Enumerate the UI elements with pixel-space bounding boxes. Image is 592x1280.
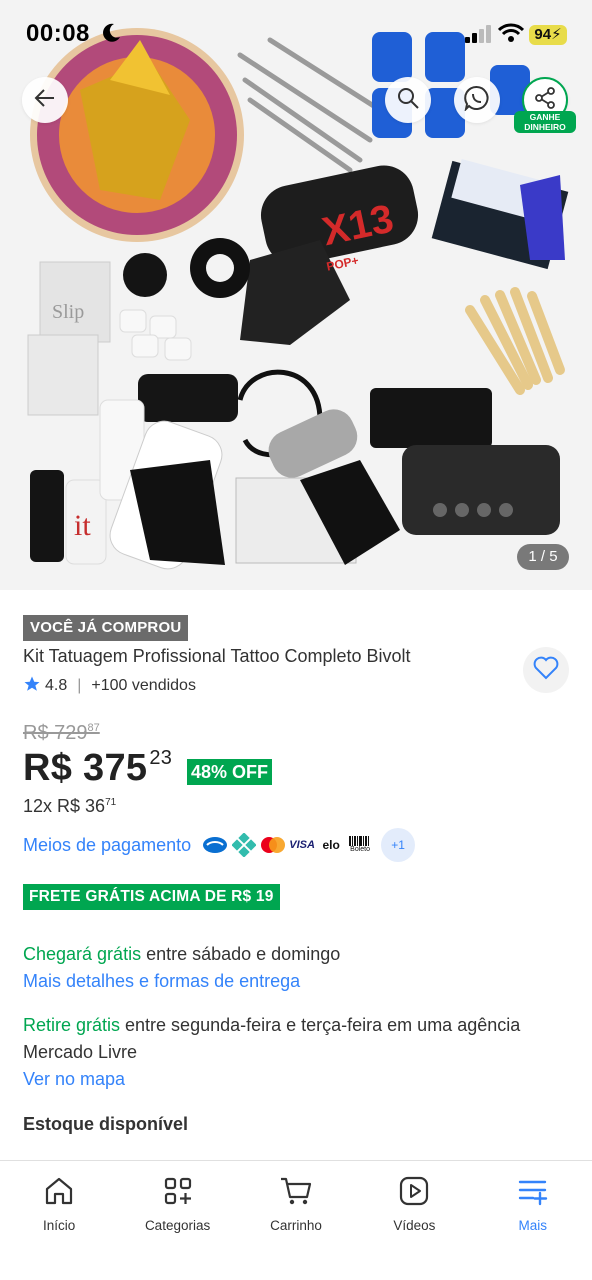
boleto-label: Boleto (350, 846, 371, 853)
more-payment-methods[interactable]: +1 (381, 828, 416, 862)
search-icon (396, 86, 420, 115)
back-button[interactable] (22, 77, 68, 123)
pickup-estimate: Retire grátis entre segunda-feira e terç… (23, 1012, 575, 1066)
videos-icon (398, 1175, 430, 1212)
nav-item-videos[interactable]: Vídeos (355, 1161, 473, 1280)
slip-label: Slip (52, 301, 84, 323)
signal-icon (465, 25, 493, 48)
free-shipping-badge: FRETE GRÁTIS ACIMA DE R$ 19 (23, 884, 280, 910)
nav-label: Carrinho (270, 1218, 322, 1233)
sold-count: +100 vendidos (91, 677, 196, 694)
discount-badge: 48% OFF (187, 759, 273, 785)
mercado-pago-icon (201, 831, 229, 859)
heart-icon (533, 656, 559, 685)
earn-money-badge[interactable]: GANHE DINHEIRO (514, 111, 576, 133)
delivery-dates: entre sábado e domingo (141, 944, 341, 964)
payment-methods-row[interactable]: Meios de pagamento VISA elo Boleto +1 (23, 828, 416, 862)
product-image: X13 POP+ Slip it (27, 28, 569, 570)
home-icon (43, 1175, 75, 1212)
old-price-cents: 87 (87, 722, 100, 734)
divider: | (77, 677, 82, 694)
price-main: R$ 375 (23, 747, 148, 789)
nav-label: Vídeos (393, 1218, 436, 1233)
ink-label: it (74, 509, 91, 542)
installments-cents: 71 (105, 797, 117, 808)
nav-item-home[interactable]: Início (0, 1161, 118, 1280)
nav-label: Mais (518, 1218, 548, 1233)
pix-icon (230, 831, 258, 859)
already-bought-badge: VOCÊ JÁ COMPROU (23, 615, 189, 641)
old-price: R$ 72987 (23, 722, 100, 745)
stock-label: Estoque disponível (23, 1114, 189, 1134)
payment-methods-link[interactable]: Meios de pagamento (23, 835, 191, 856)
favorite-button[interactable] (523, 647, 569, 693)
cart-icon (279, 1175, 313, 1212)
boleto-icon: Boleto (346, 831, 374, 859)
star-icon (23, 675, 41, 698)
price-cents: 23 (149, 747, 173, 769)
whatsapp-button[interactable] (454, 77, 500, 123)
status-bar: 00:08 94⚡ (0, 0, 592, 70)
rating-row[interactable]: 4.8 | +100 vendidos (23, 676, 196, 696)
battery-level: 94 (534, 26, 552, 43)
nav-item-categories[interactable]: Categorias (118, 1161, 236, 1280)
old-price-main: R$ 729 (23, 722, 88, 744)
nav-item-more[interactable]: Mais (474, 1161, 592, 1280)
wifi-icon (497, 23, 525, 48)
categories-icon (162, 1175, 194, 1212)
pickup-free-label: Retire grátis (23, 1015, 121, 1035)
nav-label: Categorias (144, 1218, 211, 1233)
delivery-free-label: Chegará grátis (23, 944, 142, 964)
installments: 12x R$ 3671 (23, 796, 116, 817)
whatsapp-icon (464, 85, 490, 116)
bottom-navigation: Início Categorias Carrinho Vídeos Mais (0, 1160, 592, 1280)
nav-label: Início (43, 1218, 76, 1233)
more-icon (517, 1175, 549, 1212)
nav-item-cart[interactable]: Carrinho (237, 1161, 355, 1280)
arrow-left-icon (33, 86, 57, 115)
battery-indicator: 94⚡ (529, 25, 567, 45)
delivery-estimate: Chegará grátis entre sábado e domingo (23, 941, 575, 968)
elo-icon: elo (322, 838, 340, 852)
product-title: Kit Tatuagem Profissional Tattoo Complet… (23, 646, 411, 666)
moon-icon (101, 22, 121, 49)
rating-value: 4.8 (45, 677, 68, 694)
search-button[interactable] (385, 77, 431, 123)
product-gallery[interactable]: X13 POP+ Slip it 00:08 94⚡ GANHE DINHEIR… (0, 0, 592, 590)
status-time: 00:08 (26, 20, 90, 47)
current-price: R$ 375 23 (23, 747, 172, 790)
mastercard-icon (259, 831, 287, 859)
installments-main: 12x R$ 36 (23, 796, 106, 816)
delivery-details-link[interactable]: Mais detalhes e formas de entrega (23, 971, 300, 992)
view-map-link[interactable]: Ver no mapa (23, 1069, 125, 1090)
visa-icon: VISA (289, 839, 315, 851)
gallery-page-counter: 1 / 5 (517, 544, 569, 570)
